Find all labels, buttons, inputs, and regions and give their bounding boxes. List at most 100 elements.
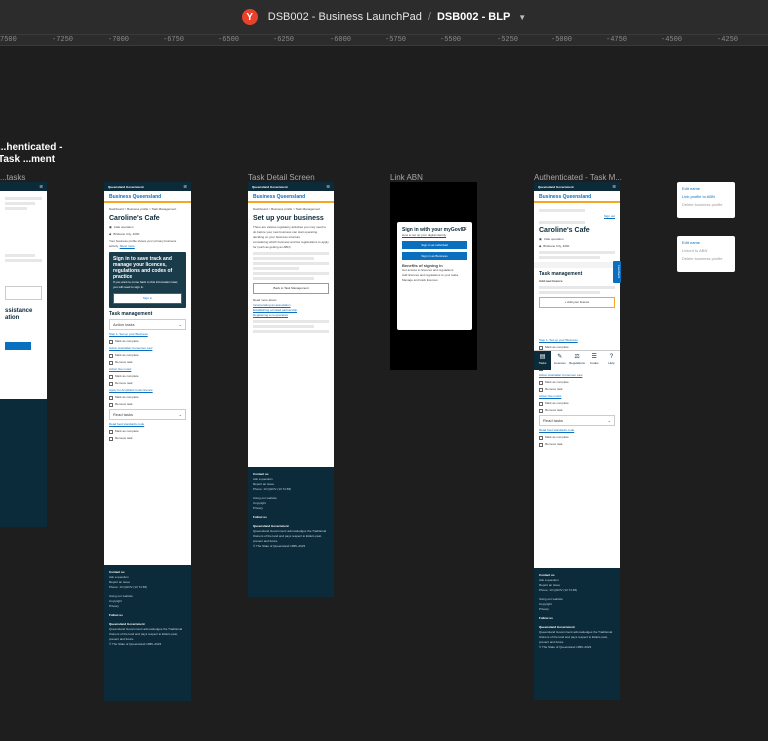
link-abn-item[interactable]: Link profile to ABN (682, 193, 730, 201)
remove-task-label: Remove task (545, 408, 563, 412)
checkbox[interactable] (109, 436, 113, 441)
edit-name-item[interactable]: Edit name (682, 185, 730, 193)
task-link-consumer[interactable]: Action Australian Consumer Law (539, 373, 615, 378)
frame-dashboard[interactable]: Queensland Government ☰ Business Queensl… (104, 182, 191, 565)
ruler-tick: -5750 (385, 36, 407, 44)
back-button[interactable]: Back to Task Management (253, 283, 329, 294)
checkbox[interactable] (539, 345, 543, 350)
checkbox-label: Mark as complete (115, 374, 139, 378)
menu-icon[interactable]: ☰ (326, 184, 330, 189)
task-link-music[interactable]: Action live music (539, 394, 615, 399)
tab-tasks[interactable]: ▤ Tasks (534, 351, 552, 370)
checkbox[interactable] (539, 435, 543, 440)
profile-menu-card: Edit name Link profile to ABN Delete bus… (677, 182, 735, 218)
tab-codes[interactable]: ☰ Codes (586, 351, 603, 370)
checkbox[interactable] (539, 408, 543, 413)
licence-icon: ✎ (557, 354, 563, 360)
remove-task-label: Remove task (115, 402, 133, 406)
acknowledgement: Queensland Government acknowledges the T… (109, 627, 183, 641)
menu-icon[interactable]: ☰ (612, 184, 616, 189)
breadcrumb[interactable]: Dashboard > Business profile > Task Mana… (109, 207, 186, 212)
checkbox[interactable] (109, 353, 113, 358)
profile-menu-card-linked: Edit name Linked to ABN Delete business … (677, 236, 735, 272)
frame-task-detail[interactable]: Queensland Government ☰ Business Queensl… (248, 182, 334, 467)
task-link-food[interactable]: Read food standards code (109, 422, 186, 427)
frame-label-authenticated[interactable]: Authenticated - Task M... (534, 173, 622, 182)
qg-logo[interactable]: Queensland Government (252, 185, 288, 189)
detail-footer: Contact us Ask a question Report an issu… (248, 467, 334, 597)
remove-task-label: Remove task (545, 442, 563, 446)
ruler-tick: -5250 (497, 36, 519, 44)
frame-left-clipped[interactable]: ☰ ssistance ation (0, 182, 47, 527)
task-link-liquor[interactable]: Apply for Amplified music licence (109, 388, 186, 393)
qg-logo[interactable]: Queensland Government (538, 185, 574, 189)
frame-title-left[interactable]: ...henticated - Task ...ment (0, 142, 78, 166)
site-brand[interactable]: Business Queensland (534, 191, 620, 203)
action-tasks-accordion[interactable]: Action tasks ⌄ (109, 319, 186, 330)
task-link-step1[interactable]: Step 1: Set up your Business (539, 338, 615, 343)
qg-logo[interactable]: Queensland Government (108, 185, 144, 189)
tab-regulations[interactable]: ⚖ Regulations (568, 351, 585, 370)
tab-bar: ▤ Tasks ✎ Licences ⚖ Regulations ☰ Codes ? He… (534, 350, 620, 370)
checkbox[interactable] (109, 402, 113, 407)
read-tasks-accordion[interactable]: Read tasks ⌄ (109, 409, 186, 420)
signin-button[interactable]: Sign in (113, 293, 182, 304)
tab-help[interactable]: ? Help (603, 351, 620, 370)
file-name[interactable]: DSB002 - BLP (437, 11, 510, 23)
sign-out-link[interactable]: Sign out (539, 214, 615, 219)
feedback-tab[interactable]: Feedback (613, 261, 621, 283)
briefcase-icon: ▣ (109, 225, 112, 229)
frame-authenticated[interactable]: Queensland Government ☰ Business Queensl… (534, 182, 620, 568)
frame-label-task-detail[interactable]: Task Detail Screen (248, 173, 315, 182)
chevron-down-icon[interactable]: ▼ (518, 13, 526, 22)
tab-licences[interactable]: ✎ Licences (551, 351, 568, 370)
task-link-consumer[interactable]: Action Australian Consumer Law (109, 346, 186, 351)
checkbox[interactable] (109, 339, 113, 344)
site-brand[interactable]: Business Queensland (248, 191, 334, 203)
ruler-tick: -6000 (330, 36, 352, 44)
edit-name-item[interactable]: Edit name (682, 239, 730, 247)
read-tasks-accordion[interactable]: Read tasks ⌄ (539, 415, 615, 426)
checkbox[interactable] (109, 429, 113, 434)
checkbox[interactable] (539, 380, 543, 385)
footer-contact-heading: Contact us (109, 570, 125, 574)
add-licence-button[interactable]: + Add your licence (539, 297, 615, 308)
menu-icon[interactable]: ☰ (39, 184, 43, 189)
read-more-link[interactable]: Registering a co-operative (253, 313, 329, 318)
chevron-down-icon: ⌄ (607, 418, 611, 423)
copyright: © The State of Queensland 1995–2023 (109, 642, 162, 646)
checkbox[interactable] (109, 381, 113, 386)
task-link-music[interactable]: Action live music (109, 367, 186, 372)
breadcrumb[interactable]: Dashboard > Business profile > Task Mana… (253, 207, 329, 212)
copyright: © The State of Queensland 1995–2023 (539, 645, 592, 649)
signin-business-button[interactable]: Sign in as Business (402, 252, 467, 260)
checkbox[interactable] (109, 374, 113, 379)
close-icon[interactable]: × (463, 226, 467, 233)
copyright: © The State of Queensland 1995–2023 (253, 544, 306, 548)
show-more-link[interactable]: Show more (120, 244, 135, 248)
digital-identity-link[interactable]: How to set up your digital identity (402, 233, 467, 238)
checkbox[interactable] (109, 360, 113, 365)
chevron-down-icon: ⌄ (178, 412, 182, 417)
task-link-food[interactable]: Read food standards code (539, 428, 615, 433)
site-header: Queensland Government ☰ (534, 182, 620, 191)
frame-label-tasks[interactable]: ...tasks (0, 173, 25, 182)
checkbox[interactable] (539, 442, 543, 447)
project-name[interactable]: DSB002 - Business LaunchPad (268, 11, 422, 23)
checkbox[interactable] (539, 387, 543, 392)
checkbox-label: Mark as complete (115, 353, 139, 357)
signin-text: If you want to come back to this informa… (113, 280, 179, 289)
checkbox[interactable] (539, 401, 543, 406)
task-link-step1[interactable]: Step 1: Set up your Business (109, 332, 186, 337)
checkbox[interactable] (109, 395, 113, 400)
site-brand[interactable]: Business Queensland (104, 191, 191, 203)
add-licence-heading: Add new licence (539, 279, 563, 283)
menu-icon[interactable]: ☰ (183, 184, 187, 189)
frame-label-link-abn[interactable]: Link ABN (390, 173, 423, 182)
app-logo-icon[interactable]: Y (241, 9, 258, 25)
signin-individual-button[interactable]: Sign in as individual (402, 241, 467, 249)
delete-profile-item[interactable]: Delete business profile (682, 201, 730, 209)
ruler-tick: 7500 (0, 36, 17, 44)
delete-profile-item[interactable]: Delete business profile (682, 255, 730, 263)
business-type: Cafe operation (543, 237, 564, 241)
